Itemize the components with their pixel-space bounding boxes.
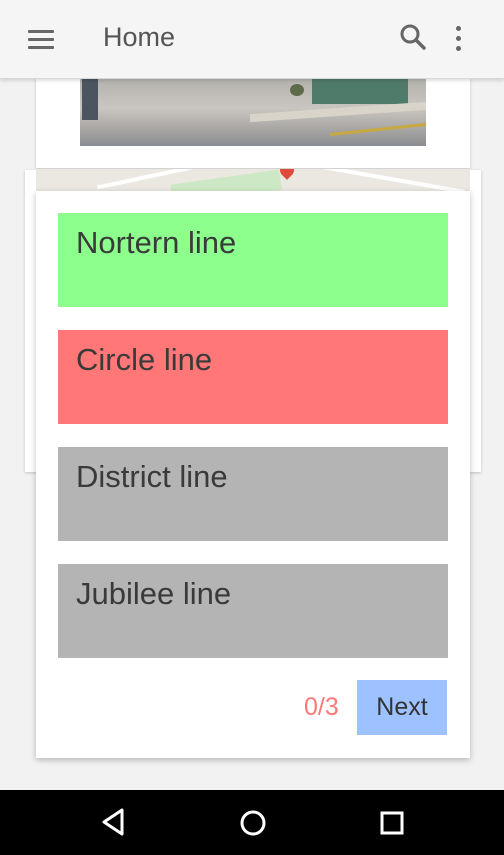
- recents-icon[interactable]: [378, 809, 406, 837]
- menu-icon[interactable]: [28, 30, 54, 50]
- home-icon[interactable]: [238, 808, 268, 838]
- answer-option-district[interactable]: District line: [58, 447, 448, 541]
- search-icon[interactable]: [398, 22, 428, 52]
- background-card: [36, 78, 470, 168]
- app-bar: Home: [0, 0, 504, 79]
- street-photo: [80, 78, 426, 146]
- answer-label: Jubilee line: [76, 576, 232, 611]
- score-counter: 0/3: [304, 693, 339, 721]
- answer-option-jubilee[interactable]: Jubilee line: [58, 564, 448, 658]
- answer-label: District line: [76, 459, 228, 494]
- answer-label: Nortern line: [76, 225, 237, 260]
- system-nav-bar: [0, 790, 504, 855]
- answer-option-northern[interactable]: Nortern line: [58, 213, 448, 307]
- answer-label: Circle line: [76, 342, 213, 377]
- page-title: Home: [103, 22, 176, 52]
- next-button[interactable]: Next: [357, 680, 447, 735]
- back-icon[interactable]: [98, 806, 128, 838]
- more-vert-icon[interactable]: [446, 26, 470, 52]
- answer-option-circle[interactable]: Circle line: [58, 330, 448, 424]
- quiz-dialog: Nortern line Circle line District line J…: [36, 191, 470, 758]
- map-preview: [36, 169, 470, 191]
